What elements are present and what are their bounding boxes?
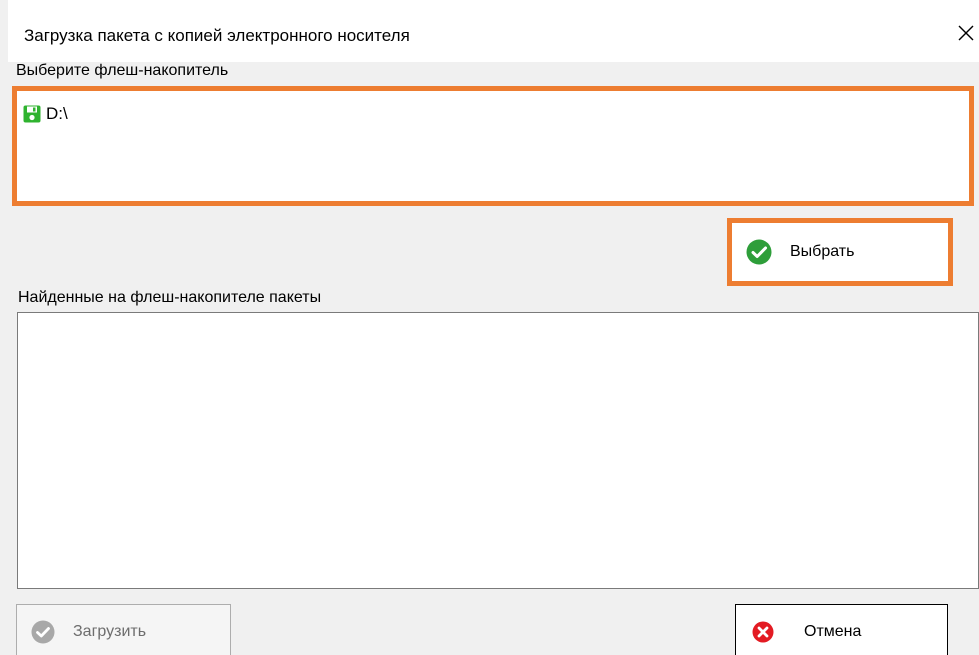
packages-section-label: Найденные на флеш-накопителе пакеты xyxy=(18,289,322,306)
select-button[interactable]: Выбрать xyxy=(734,225,946,279)
drives-section-label: Выберите флеш-накопитель xyxy=(16,62,229,79)
dialog-window: Загрузка пакета с копией электронного но… xyxy=(0,0,979,655)
cancel-button-label: Отмена xyxy=(804,622,862,640)
floppy-disk-icon xyxy=(23,105,41,123)
load-button-label: Загрузить xyxy=(73,622,147,640)
title-bar: Загрузка пакета с копией электронного но… xyxy=(8,0,979,62)
close-button[interactable] xyxy=(953,20,979,46)
packages-list[interactable] xyxy=(17,312,979,589)
load-button[interactable]: Загрузить xyxy=(16,604,231,655)
drive-item-label: D:\ xyxy=(46,104,68,123)
drive-item[interactable]: D:\ xyxy=(23,103,68,125)
drive-list[interactable]: D:\ xyxy=(12,86,974,206)
select-button-label: Выбрать xyxy=(790,243,855,260)
x-circle-icon xyxy=(752,621,774,642)
check-circle-icon xyxy=(31,620,55,643)
close-icon xyxy=(958,25,974,41)
select-button-highlight: Выбрать xyxy=(727,218,953,286)
cancel-button[interactable]: Отмена xyxy=(735,604,948,655)
check-circle-icon xyxy=(746,239,772,265)
window-title: Загрузка пакета с копией электронного но… xyxy=(24,26,410,45)
